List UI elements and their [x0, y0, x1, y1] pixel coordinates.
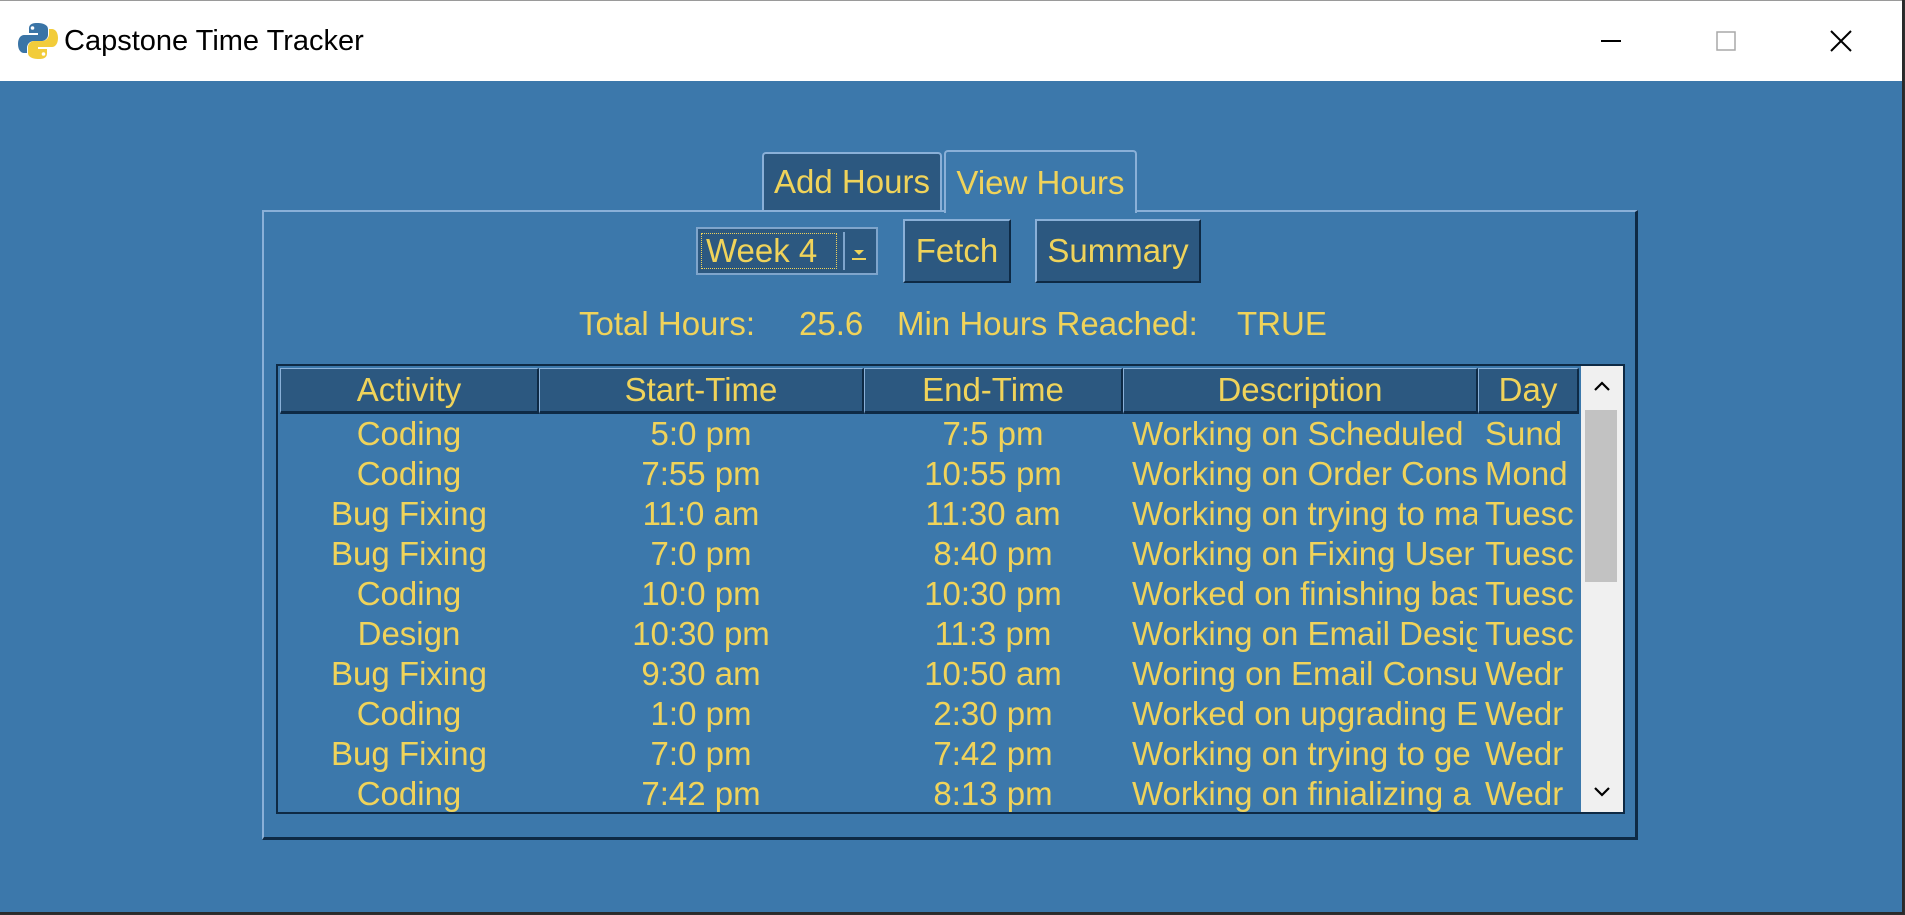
python-icon: [18, 21, 58, 61]
table-row[interactable]: Coding 10:0 pm 10:30 pm Worked on finishing…: [280, 574, 1580, 614]
cell-end-time: 8:13 pm: [933, 775, 1053, 812]
cell-description: Worked on upgrading E: [1132, 695, 1477, 732]
table-row[interactable]: Bug Fixing 11:0 am 11:30 am Working on tryi…: [280, 494, 1580, 534]
week-select-toggle[interactable]: [843, 232, 873, 270]
cell-description: Working on Email Desig: [1132, 615, 1477, 652]
cell-description: Woring on Email Consu: [1132, 655, 1477, 692]
table-scrollbar[interactable]: [1581, 366, 1623, 812]
min-hours-value: TRUE: [1237, 305, 1327, 342]
maximize-button[interactable]: [1668, 1, 1783, 81]
minimize-icon: [1600, 40, 1621, 42]
total-hours-label: Total Hours:: [579, 305, 756, 342]
chevron-down-icon: [1594, 787, 1610, 797]
cell-end-time: 10:30 pm: [924, 575, 1062, 612]
cell-end-time: 2:30 pm: [933, 695, 1053, 732]
cell-description: Worked on finishing bas: [1132, 575, 1477, 612]
cell-activity: Bug Fixing: [331, 735, 487, 772]
week-select[interactable]: Week 4: [696, 227, 878, 275]
close-icon: [1829, 30, 1852, 52]
cell-start-time: 10:0 pm: [641, 575, 761, 612]
close-button[interactable]: [1783, 1, 1898, 81]
table-header: Activity Start-Time End-Time Description…: [280, 368, 1580, 414]
cell-end-time: 7:42 pm: [933, 735, 1053, 772]
cell-day: Mond: [1485, 455, 1568, 492]
cell-end-time: 11:30 am: [925, 495, 1061, 532]
cell-description: Working on Scheduled: [1132, 415, 1464, 452]
cell-activity: Coding: [356, 455, 462, 492]
week-select-value[interactable]: Week 4: [701, 233, 837, 269]
table-row[interactable]: Coding 7:55 pm 10:55 pm Working on Order Co…: [280, 454, 1580, 494]
cell-activity: Bug Fixing: [331, 655, 487, 692]
cell-start-time: 11:0 am: [642, 495, 760, 532]
scroll-up-button[interactable]: [1581, 366, 1623, 406]
cell-start-time: 7:0 pm: [650, 535, 752, 572]
cell-description: Working on trying to ma: [1132, 495, 1477, 532]
column-header-end-time[interactable]: End-Time: [864, 368, 1123, 414]
scroll-down-button[interactable]: [1581, 772, 1623, 812]
column-header-description[interactable]: Description: [1123, 368, 1478, 414]
cell-activity: Coding: [356, 695, 462, 732]
app-window: Capstone Time Tracker Add Hours View Hou…: [0, 0, 1904, 914]
table-row[interactable]: Bug Fixing 7:0 pm 7:42 pm Working on trying…: [280, 734, 1580, 774]
cell-description: Working on trying to ge: [1132, 735, 1471, 772]
cell-day: Wedr: [1485, 695, 1564, 732]
cell-end-time: 8:40 pm: [933, 535, 1053, 572]
cell-day: Wedr: [1485, 775, 1564, 812]
cell-activity: Design: [357, 615, 461, 652]
title-bar[interactable]: Capstone Time Tracker: [0, 0, 1902, 81]
cell-activity: Bug Fixing: [331, 495, 487, 532]
cell-start-time: 7:55 pm: [641, 455, 761, 492]
cell-start-time: 9:30 am: [641, 655, 761, 692]
column-header-start-time[interactable]: Start-Time: [539, 368, 864, 414]
total-hours-value: 25.6: [799, 305, 864, 342]
cell-day: Tuesc: [1485, 615, 1573, 652]
chevron-up-icon: [1594, 381, 1610, 391]
cell-start-time: 1:0 pm: [650, 695, 752, 732]
cell-end-time: 10:50 am: [924, 655, 1062, 692]
cell-description: Working on Fixing User: [1132, 535, 1475, 572]
maximize-icon: [1715, 31, 1736, 51]
cell-end-time: 10:55 pm: [924, 455, 1062, 492]
cell-description: Working on finializing a: [1132, 775, 1471, 812]
minimize-button[interactable]: [1553, 1, 1668, 81]
table-row[interactable]: Design 10:30 pm 11:3 pm Working on Email De…: [280, 614, 1580, 654]
column-header-day[interactable]: Day: [1478, 368, 1579, 414]
cell-day: Tuesc: [1485, 575, 1573, 612]
tab-add-hours[interactable]: Add Hours: [762, 152, 942, 210]
table-body: Coding 5:0 pm 7:5 pm Working on Scheduled Su…: [280, 414, 1580, 812]
table-row[interactable]: Coding 7:42 pm 8:13 pm Working on finializi…: [280, 774, 1580, 812]
column-header-activity[interactable]: Activity: [280, 368, 539, 414]
cell-day: Wedr: [1485, 655, 1564, 692]
chevron-down-icon: [852, 250, 866, 260]
tab-view-hours[interactable]: View Hours: [944, 150, 1137, 213]
fetch-button[interactable]: Fetch: [903, 219, 1011, 283]
cell-description: Working on Order Cons: [1132, 455, 1477, 492]
hours-table[interactable]: Activity Start-Time End-Time Description…: [276, 364, 1625, 814]
cell-end-time: 11:3 pm: [934, 615, 1052, 652]
cell-activity: Coding: [356, 575, 462, 612]
window-title: Capstone Time Tracker: [64, 25, 364, 57]
cell-activity: Coding: [356, 415, 462, 452]
cell-start-time: 7:0 pm: [650, 735, 752, 772]
table-row[interactable]: Coding 1:0 pm 2:30 pm Worked on upgrading E…: [280, 694, 1580, 734]
cell-start-time: 5:0 pm: [650, 415, 752, 452]
scroll-thumb[interactable]: [1585, 410, 1617, 582]
cell-end-time: 7:5 pm: [942, 415, 1044, 452]
cell-start-time: 10:30 pm: [632, 615, 770, 652]
min-hours-label: Min Hours Reached:: [897, 305, 1198, 342]
cell-day: Tuesc: [1485, 535, 1573, 572]
cell-activity: Bug Fixing: [331, 535, 487, 572]
summary-button[interactable]: Summary: [1035, 219, 1201, 283]
cell-day: Wedr: [1485, 735, 1564, 772]
cell-day: Tuesc: [1485, 495, 1573, 532]
cell-activity: Coding: [356, 775, 462, 812]
table-row[interactable]: Bug Fixing 9:30 am 10:50 am Woring on Email…: [280, 654, 1580, 694]
cell-start-time: 7:42 pm: [641, 775, 761, 812]
cell-day: Sund: [1485, 415, 1563, 452]
table-row[interactable]: Coding 5:0 pm 7:5 pm Working on Scheduled Su…: [280, 414, 1580, 454]
table-row[interactable]: Bug Fixing 7:0 pm 8:40 pm Working on Fixing…: [280, 534, 1580, 574]
